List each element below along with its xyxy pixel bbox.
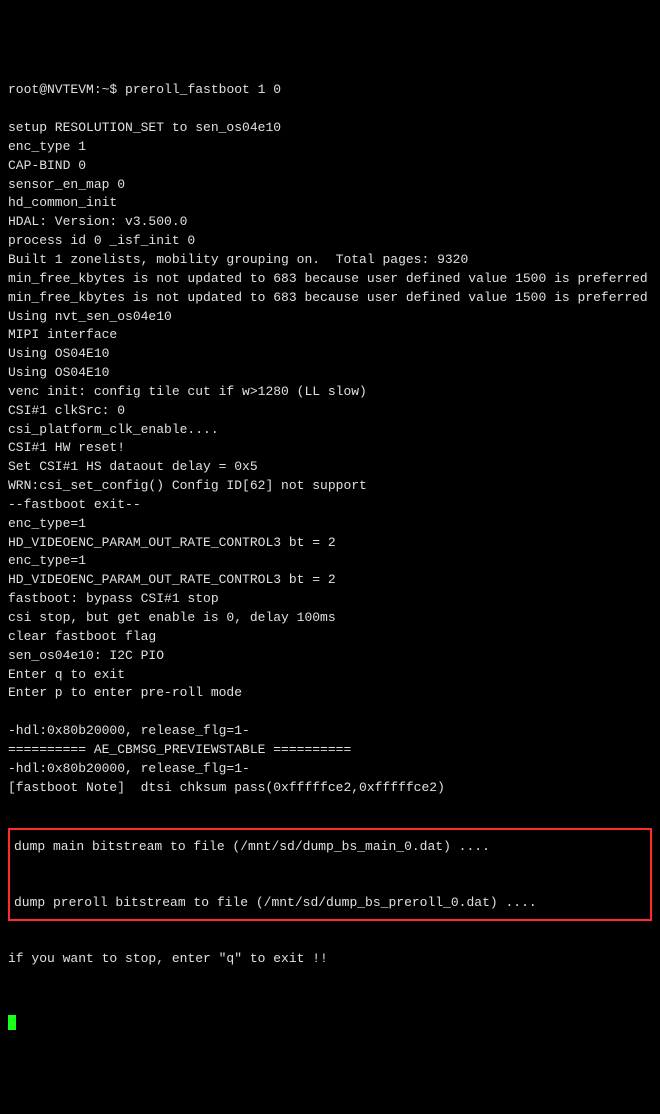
output-line: HD_VIDEOENC_PARAM_OUT_RATE_CONTROL3 bt =… bbox=[8, 571, 652, 590]
prompt-user-host: root@NVTEVM:~$ bbox=[8, 82, 117, 97]
output-line bbox=[8, 703, 652, 722]
spacer bbox=[8, 987, 652, 995]
output-line: process id 0 _isf_init 0 bbox=[8, 232, 652, 251]
output-line: min_free_kbytes is not updated to 683 be… bbox=[8, 270, 652, 289]
terminal-cursor[interactable] bbox=[8, 1015, 16, 1030]
output-line: WRN:csi_set_config() Config ID[62] not s… bbox=[8, 477, 652, 496]
output-line: sensor_en_map 0 bbox=[8, 176, 652, 195]
output-line: Using OS04E10 bbox=[8, 345, 652, 364]
output-line: Using OS04E10 bbox=[8, 364, 652, 383]
dump-preroll-line: dump preroll bitstream to file (/mnt/sd/… bbox=[14, 894, 646, 913]
output-line: csi stop, but get enable is 0, delay 100… bbox=[8, 609, 652, 628]
output-line: sen_os04e10: I2C PIO bbox=[8, 647, 652, 666]
output-line: HD_VIDEOENC_PARAM_OUT_RATE_CONTROL3 bt =… bbox=[8, 534, 652, 553]
output-line: min_free_kbytes is not updated to 683 be… bbox=[8, 289, 652, 308]
output-line: enc_type 1 bbox=[8, 138, 652, 157]
output-line: -hdl:0x80b20000, release_flg=1- bbox=[8, 760, 652, 779]
spacer bbox=[14, 876, 646, 894]
output-line: ========== AE_CBMSG_PREVIEWSTABLE ======… bbox=[8, 741, 652, 760]
output-line: [fastboot Note] dtsi chksum pass(0xfffff… bbox=[8, 779, 652, 798]
output-line: Set CSI#1 HS dataout delay = 0x5 bbox=[8, 458, 652, 477]
output-line: enc_type=1 bbox=[8, 552, 652, 571]
output-line: Using nvt_sen_os04e10 bbox=[8, 308, 652, 327]
dump-main-line: dump main bitstream to file (/mnt/sd/dum… bbox=[14, 838, 646, 857]
output-line: Built 1 zonelists, mobility grouping on.… bbox=[8, 251, 652, 270]
terminal-output: setup RESOLUTION_SET to sen_os04e10enc_t… bbox=[8, 119, 652, 797]
output-line: hd_common_init bbox=[8, 194, 652, 213]
output-line: enc_type=1 bbox=[8, 515, 652, 534]
output-line: venc init: config tile cut if w>1280 (LL… bbox=[8, 383, 652, 402]
footer-instruction: if you want to stop, enter "q" to exit !… bbox=[8, 950, 652, 969]
output-line: --fastboot exit-- bbox=[8, 496, 652, 515]
prompt-command: preroll_fastboot 1 0 bbox=[125, 82, 281, 97]
terminal-prompt-line[interactable]: root@NVTEVM:~$ preroll_fastboot 1 0 bbox=[8, 81, 652, 100]
output-line: CSI#1 clkSrc: 0 bbox=[8, 402, 652, 421]
output-line: Enter p to enter pre-roll mode bbox=[8, 684, 652, 703]
highlighted-output: dump main bitstream to file (/mnt/sd/dum… bbox=[8, 828, 652, 921]
output-line: CSI#1 HW reset! bbox=[8, 439, 652, 458]
output-line: CAP-BIND 0 bbox=[8, 157, 652, 176]
output-line: clear fastboot flag bbox=[8, 628, 652, 647]
output-line: setup RESOLUTION_SET to sen_os04e10 bbox=[8, 119, 652, 138]
output-line: -hdl:0x80b20000, release_flg=1- bbox=[8, 722, 652, 741]
output-line: fastboot: bypass CSI#1 stop bbox=[8, 590, 652, 609]
output-line: HDAL: Version: v3.500.0 bbox=[8, 213, 652, 232]
output-line: Enter q to exit bbox=[8, 666, 652, 685]
output-line: csi_platform_clk_enable.... bbox=[8, 421, 652, 440]
output-line: MIPI interface bbox=[8, 326, 652, 345]
